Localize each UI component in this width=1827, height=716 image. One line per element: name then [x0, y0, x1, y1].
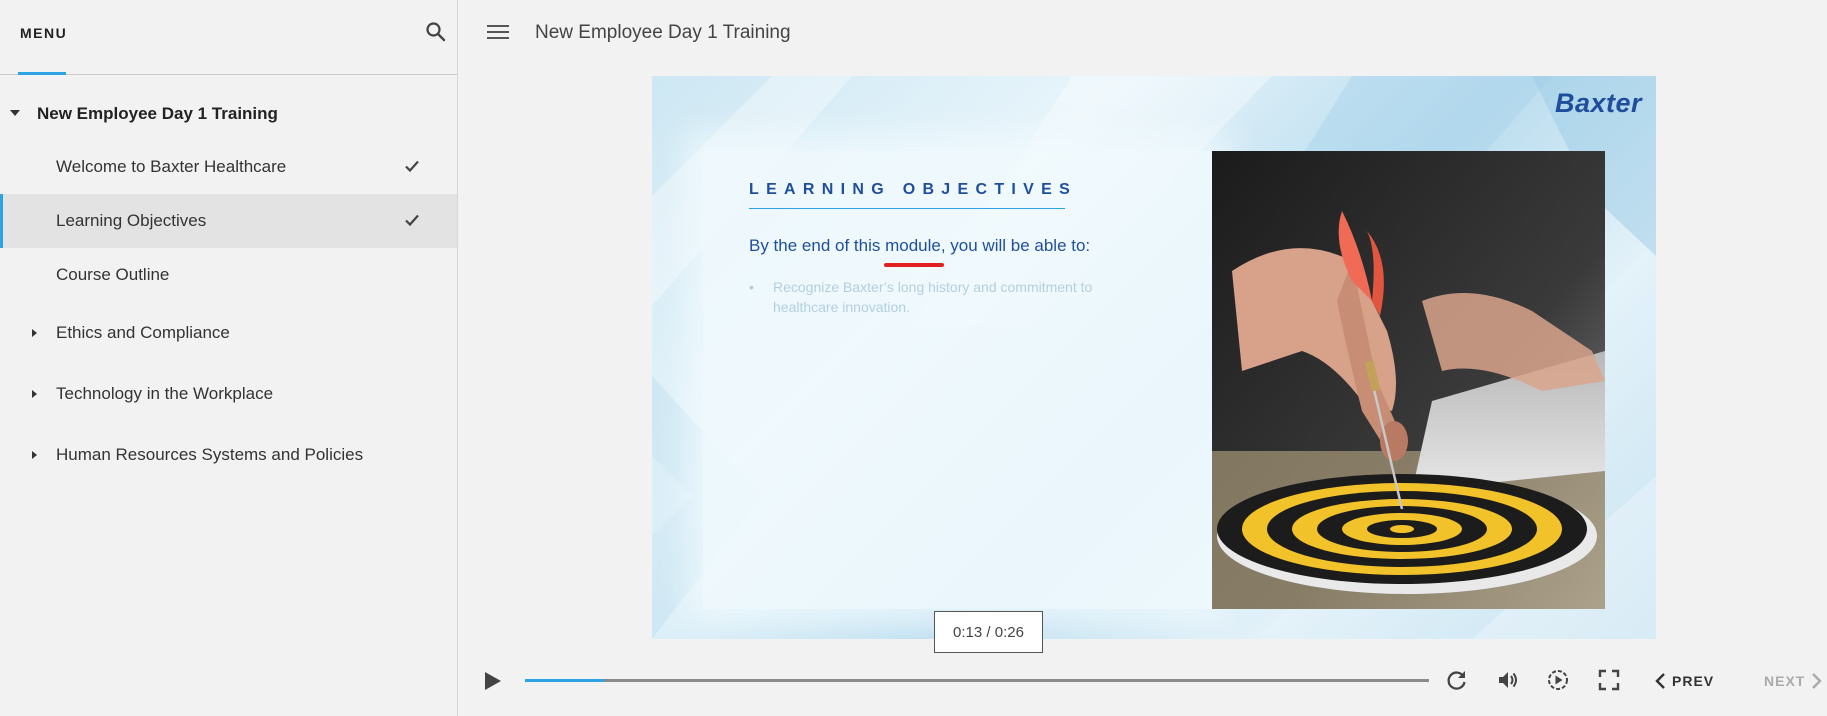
baxter-logo: Baxter [1554, 88, 1642, 118]
dartboard-illustration [1212, 151, 1605, 609]
slide-stage: Baxter LEARNING OBJECTIVES By the end of… [652, 76, 1656, 639]
caret-right-icon [32, 329, 37, 337]
course-title: New Employee Day 1 Training [535, 22, 791, 43]
dartboard-photo [1212, 151, 1605, 609]
sidebar-group-ethics[interactable]: Ethics and Compliance [0, 302, 457, 363]
sidebar-header: MENU [0, 0, 457, 75]
fullscreen-icon [1598, 669, 1620, 691]
caret-down-icon [10, 110, 20, 116]
sidebar-item-course-outline[interactable]: Course Outline [0, 248, 457, 302]
sidebar-menu: MENU New Employee Day 1 Training Welcome… [0, 0, 458, 716]
volume-button[interactable] [1496, 668, 1520, 692]
course-outline-nav: New Employee Day 1 Training Welcome to B… [0, 88, 457, 485]
check-icon [405, 160, 419, 173]
prev-button[interactable]: PREV [1654, 670, 1714, 692]
section-title: New Employee Day 1 Training [37, 104, 278, 123]
check-icon [405, 214, 419, 227]
caret-right-icon [32, 451, 37, 459]
seek-bar[interactable] [525, 679, 1429, 682]
hamburger-icon [487, 25, 511, 39]
sidebar-item-label: Welcome to Baxter Healthcare [56, 157, 287, 176]
sidebar-group-label: Human Resources Systems and Policies [56, 445, 364, 464]
next-label: NEXT [1764, 673, 1806, 689]
sidebar-item-learning-objectives[interactable]: Learning Objectives [0, 194, 457, 248]
menu-toggle-button[interactable] [487, 25, 511, 43]
volume-icon [1499, 672, 1517, 688]
chevron-right-icon [1812, 673, 1823, 689]
time-tooltip: 0:13 / 0:26 [934, 611, 1043, 653]
caret-right-icon [32, 390, 37, 398]
speed-icon [1548, 670, 1568, 690]
sidebar-item-welcome[interactable]: Welcome to Baxter Healthcare [0, 140, 457, 194]
replay-button[interactable] [1445, 668, 1469, 692]
seek-bar-progress [525, 679, 604, 682]
sidebar-item-label: Course Outline [56, 265, 170, 284]
slide-intro-text: By the end of this module, you will be a… [749, 236, 1091, 255]
play-button[interactable] [480, 669, 504, 693]
sidebar-group-label: Ethics and Compliance [56, 323, 230, 342]
fullscreen-button[interactable] [1597, 668, 1621, 692]
search-button[interactable] [424, 20, 448, 44]
sidebar-group-hr[interactable]: Human Resources Systems and Policies [0, 424, 457, 485]
prev-label: PREV [1672, 673, 1715, 689]
sidebar-item-label: Learning Objectives [56, 211, 207, 230]
sidebar-group-technology[interactable]: Technology in the Workplace [0, 363, 457, 424]
section-new-employee-training[interactable]: New Employee Day 1 Training [0, 88, 457, 140]
replay-icon [1447, 671, 1466, 690]
objectives-card: LEARNING OBJECTIVES By the end of this m… [703, 151, 1213, 609]
annotation-underline [884, 263, 944, 267]
menu-tab-indicator [18, 72, 66, 75]
chevron-left-icon [1655, 673, 1665, 689]
sidebar-group-label: Technology in the Workplace [56, 384, 274, 403]
playback-speed-button[interactable] [1546, 668, 1570, 692]
play-icon [485, 672, 501, 690]
heading-rule [749, 208, 1065, 209]
objective-bullet: Recognize Baxter’s long history and comm… [749, 277, 1109, 317]
slide-heading: LEARNING OBJECTIVES [749, 181, 1078, 198]
search-icon [426, 22, 446, 42]
next-button[interactable]: NEXT [1764, 670, 1823, 692]
menu-title: MENU [20, 25, 68, 41]
